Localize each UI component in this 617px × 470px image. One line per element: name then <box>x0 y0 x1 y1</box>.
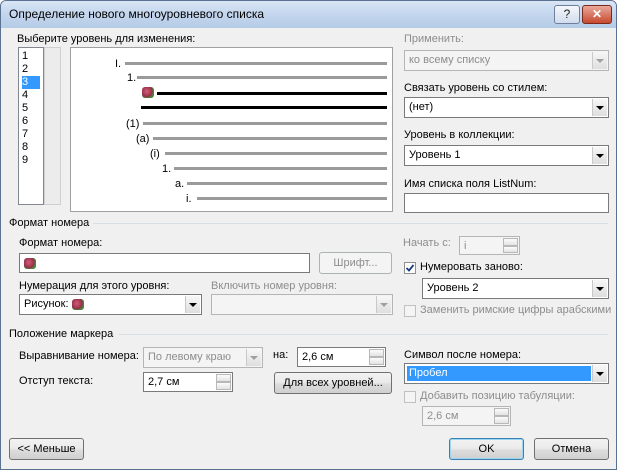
text-indent-label: Отступ текста: <box>19 375 94 387</box>
follow-number-label: Символ после номера: <box>404 349 522 361</box>
restart-numbering-checkbox[interactable] <box>404 262 416 274</box>
number-format-input[interactable] <box>19 253 310 273</box>
preview-line <box>153 137 387 140</box>
preview-line <box>165 152 387 155</box>
preview-marker: 1. <box>162 163 172 175</box>
level-item[interactable]: 6 <box>22 115 40 128</box>
title-bar: Определение нового многоуровневого списк… <box>1 1 616 28</box>
start-at-label: Начать с: <box>403 237 451 249</box>
preview-marker: (1) <box>126 118 140 130</box>
apply-to-label: Применить: <box>404 33 464 45</box>
chevron-down-icon <box>592 147 607 164</box>
follow-number-select[interactable]: Пробел <box>404 363 609 384</box>
add-tab-stop-checkbox[interactable] <box>404 391 416 403</box>
help-button[interactable]: ? <box>554 5 580 24</box>
legal-style-label: Заменить римские цифры арабскими <box>420 304 612 316</box>
preview-marker: 1. <box>127 72 137 84</box>
preview-line <box>197 197 387 200</box>
text-indent-spinner[interactable]: 2,7 см <box>143 372 233 392</box>
listnum-label: Имя списка поля ListNum: <box>404 178 537 190</box>
chevron-down-icon <box>246 349 261 366</box>
picture-bullet-icon <box>24 258 36 269</box>
alignment-select[interactable]: По левому краю <box>143 347 263 368</box>
number-format-label: Формат номера: <box>19 237 103 249</box>
level-item[interactable]: 8 <box>22 141 40 154</box>
restart-numbering-label: Нумеровать заново: <box>420 261 523 273</box>
picture-bullet-icon <box>72 299 84 310</box>
gallery-level-select[interactable]: Уровень 1 <box>404 145 609 166</box>
chevron-down-icon <box>592 280 607 297</box>
list-preview: I. 1. (1) (a) (i) 1. a. i. <box>70 47 393 212</box>
listnum-input[interactable] <box>404 193 609 213</box>
add-tab-stop-label: Добавить позицию табуляции: <box>420 390 575 402</box>
level-item[interactable]: 4 <box>22 89 40 102</box>
tab-stop-spinner[interactable]: 2,6 см <box>422 406 511 426</box>
chevron-down-icon <box>592 52 607 69</box>
preview-line-current <box>157 92 387 95</box>
close-icon: ✕ <box>591 7 603 21</box>
level-item[interactable]: 9 <box>22 154 40 167</box>
level-item-selected[interactable]: 3 <box>22 76 40 89</box>
level-list-scrollbar[interactable] <box>44 47 61 205</box>
section-divider <box>119 334 608 335</box>
include-level-label: Включить номер уровня: <box>211 280 337 292</box>
checkmark-icon <box>405 264 415 272</box>
dialog-window: Определение нового многоуровневого списк… <box>0 0 617 470</box>
preview-marker: (a) <box>136 133 150 145</box>
level-item[interactable]: 2 <box>22 63 40 76</box>
preview-line <box>174 167 387 170</box>
less-button[interactable]: << Меньше <box>9 438 84 460</box>
preview-line <box>143 122 387 125</box>
link-style-select[interactable]: (нет) <box>404 97 609 118</box>
dialog-title: Определение нового многоуровневого списк… <box>9 7 265 21</box>
cancel-button[interactable]: Отмена <box>534 438 609 460</box>
level-select-label: Выберите уровень для изменения: <box>17 33 196 45</box>
aligned-at-spinner[interactable]: 2,6 см <box>297 347 386 367</box>
chevron-down-icon <box>185 296 200 313</box>
picture-bullet-icon <box>142 87 154 98</box>
level-item[interactable]: 5 <box>22 102 40 115</box>
preview-marker: a. <box>175 178 185 190</box>
restart-after-select[interactable]: Уровень 2 <box>422 278 609 299</box>
number-style-select[interactable]: Рисунок: <box>19 294 202 315</box>
preview-marker: i. <box>186 193 192 205</box>
font-button[interactable]: Шрифт... <box>319 252 392 274</box>
legal-style-checkbox[interactable] <box>404 305 416 317</box>
apply-to-select[interactable]: ко всему списку <box>404 50 609 71</box>
preview-line <box>187 182 387 185</box>
section-divider <box>93 223 608 224</box>
set-for-all-levels-button[interactable]: Для всех уровней... <box>274 372 392 394</box>
chevron-down-icon <box>376 296 391 313</box>
alignment-label: Выравнивание номера: <box>19 350 139 362</box>
preview-line <box>125 62 387 65</box>
preview-marker: I. <box>115 58 122 70</box>
close-button[interactable]: ✕ <box>582 5 612 24</box>
include-level-select[interactable] <box>211 294 393 315</box>
position-section-title: Положение маркера <box>9 328 114 340</box>
link-style-label: Связать уровень со стилем: <box>404 82 548 94</box>
aligned-at-label: на: <box>273 349 289 361</box>
ok-button[interactable]: OK <box>449 438 524 460</box>
gallery-level-label: Уровень в коллекции: <box>404 129 515 141</box>
level-listbox[interactable]: 1 2 3 4 5 6 7 8 9 <box>18 47 44 205</box>
chevron-down-icon <box>592 365 607 382</box>
level-item[interactable]: 7 <box>22 128 40 141</box>
number-format-section-title: Формат номера <box>9 217 90 229</box>
start-at-spinner[interactable]: i <box>459 236 520 255</box>
chevron-down-icon <box>592 99 607 116</box>
preview-line <box>137 76 387 79</box>
help-icon: ? <box>563 7 571 21</box>
preview-line-current <box>141 106 387 109</box>
number-style-label: Нумерация для этого уровня: <box>19 280 170 292</box>
level-item[interactable]: 1 <box>22 50 40 63</box>
preview-marker: (i) <box>150 148 160 160</box>
